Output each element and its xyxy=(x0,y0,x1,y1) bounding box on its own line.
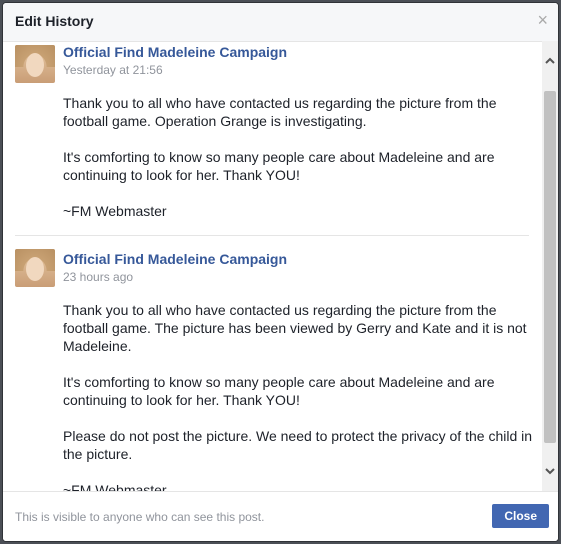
dialog-title: Edit History xyxy=(15,13,94,29)
dialog-footer: This is visible to anyone who can see th… xyxy=(3,491,558,541)
post-paragraph: Thank you to all who have contacted us r… xyxy=(63,95,497,129)
close-button[interactable]: Close xyxy=(492,504,549,528)
close-icon[interactable]: × xyxy=(537,10,548,30)
chevron-down-icon[interactable] xyxy=(542,465,558,481)
post-paragraph: It's comforting to know so many people c… xyxy=(63,374,495,408)
timestamp[interactable]: Yesterday at 21:56 xyxy=(63,63,163,77)
chevron-up-icon[interactable] xyxy=(542,55,558,71)
author-name[interactable]: Official Find Madeleine Campaign xyxy=(63,251,287,267)
post-paragraph: ~FM Webmaster xyxy=(63,482,167,491)
avatar[interactable] xyxy=(15,45,55,83)
dialog-header: Edit History × xyxy=(3,3,558,42)
scrollbar-thumb[interactable] xyxy=(544,91,556,443)
edit-history-dialog: Edit History × Official Find Madeleine C… xyxy=(3,3,558,541)
post-paragraph: Thank you to all who have contacted us r… xyxy=(63,302,527,354)
visibility-notice: This is visible to anyone who can see th… xyxy=(15,510,265,524)
post-paragraph: It's comforting to know so many people c… xyxy=(63,149,495,183)
entry-divider xyxy=(15,235,529,236)
timestamp[interactable]: 23 hours ago xyxy=(63,270,133,284)
post-paragraph: ~FM Webmaster xyxy=(63,203,167,219)
avatar[interactable] xyxy=(15,249,55,287)
vertical-scrollbar[interactable] xyxy=(542,41,558,491)
author-name[interactable]: Official Find Madeleine Campaign xyxy=(63,44,287,60)
post-paragraph: Please do not post the picture. We need … xyxy=(63,428,533,462)
post-body: Thank you to all who have contacted us r… xyxy=(63,94,533,238)
post-body: Thank you to all who have contacted us r… xyxy=(63,301,533,491)
history-list: Official Find Madeleine Campaign Yesterd… xyxy=(3,41,542,491)
